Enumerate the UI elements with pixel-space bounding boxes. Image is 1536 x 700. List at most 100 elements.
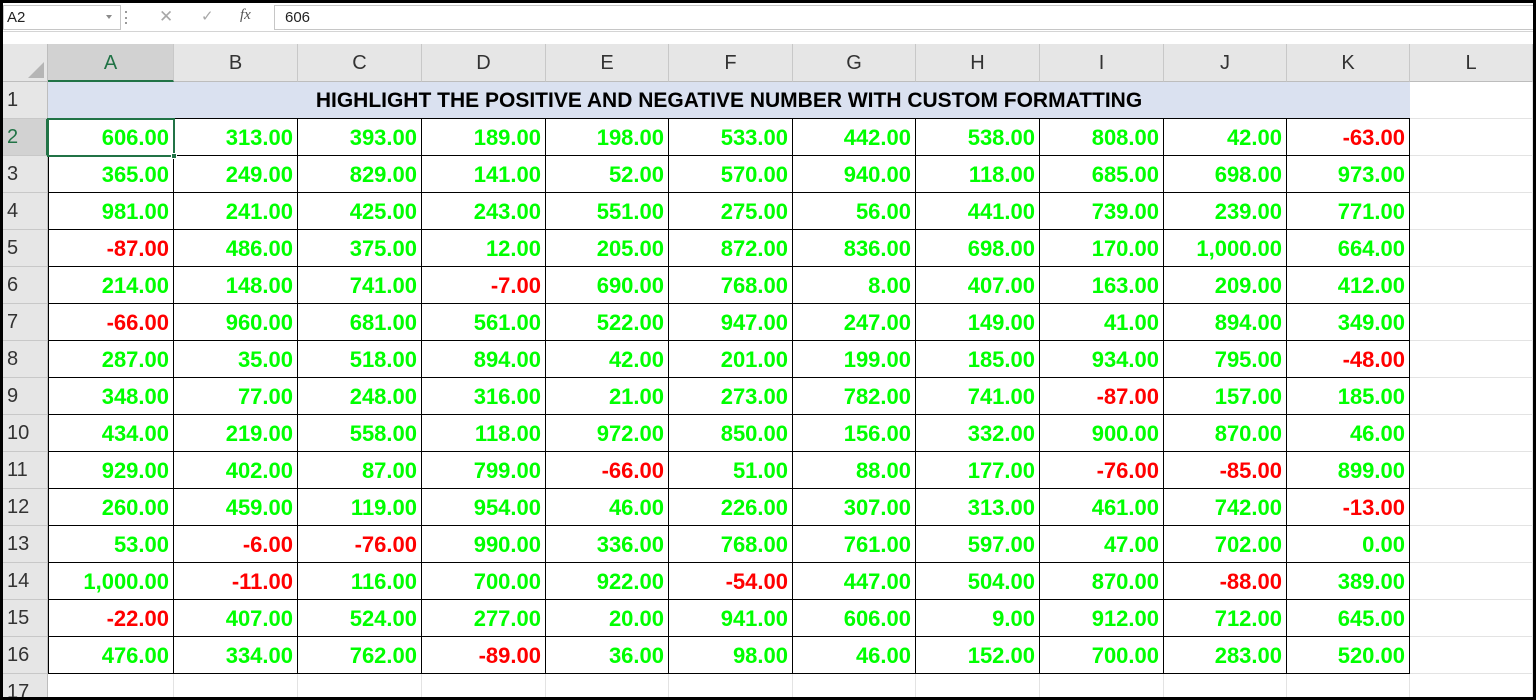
row-header-11[interactable]: 11 xyxy=(3,452,48,489)
cell-b16[interactable]: 334.00 xyxy=(174,637,298,674)
cell-a13[interactable]: 53.00 xyxy=(48,526,174,563)
cell-e4[interactable]: 551.00 xyxy=(546,193,669,230)
cell-c2[interactable]: 393.00 xyxy=(298,119,422,156)
cell-i14[interactable]: 870.00 xyxy=(1040,563,1164,600)
cell-i15[interactable]: 912.00 xyxy=(1040,600,1164,637)
cell-g14[interactable]: 447.00 xyxy=(793,563,916,600)
cell-i7[interactable]: 41.00 xyxy=(1040,304,1164,341)
empty-cell[interactable] xyxy=(1410,563,1533,600)
column-header-k[interactable]: K xyxy=(1287,44,1410,82)
row-header-8[interactable]: 8 xyxy=(3,341,48,378)
cell-c3[interactable]: 829.00 xyxy=(298,156,422,193)
cell-a6[interactable]: 214.00 xyxy=(48,267,174,304)
cell-j16[interactable]: 283.00 xyxy=(1164,637,1287,674)
cell-h7[interactable]: 149.00 xyxy=(916,304,1040,341)
cell-c6[interactable]: 741.00 xyxy=(298,267,422,304)
cell-g5[interactable]: 836.00 xyxy=(793,230,916,267)
name-box[interactable]: A2 xyxy=(3,5,121,30)
cell-d15[interactable]: 277.00 xyxy=(422,600,546,637)
cell-i12[interactable]: 461.00 xyxy=(1040,489,1164,526)
empty-cell[interactable] xyxy=(1410,415,1533,452)
empty-cell[interactable] xyxy=(1040,674,1164,697)
cell-j3[interactable]: 698.00 xyxy=(1164,156,1287,193)
cell-k10[interactable]: 46.00 xyxy=(1287,415,1410,452)
cell-j5[interactable]: 1,000.00 xyxy=(1164,230,1287,267)
row-header-5[interactable]: 5 xyxy=(3,230,48,267)
column-header-l[interactable]: L xyxy=(1410,44,1533,82)
cell-h13[interactable]: 597.00 xyxy=(916,526,1040,563)
chevron-down-icon[interactable] xyxy=(106,15,112,19)
select-all-button[interactable] xyxy=(3,44,48,82)
cell-g16[interactable]: 46.00 xyxy=(793,637,916,674)
cell-f12[interactable]: 226.00 xyxy=(669,489,793,526)
cell-j2[interactable]: 42.00 xyxy=(1164,119,1287,156)
cell-j15[interactable]: 712.00 xyxy=(1164,600,1287,637)
cell-e9[interactable]: 21.00 xyxy=(546,378,669,415)
cell-f7[interactable]: 947.00 xyxy=(669,304,793,341)
cell-e5[interactable]: 205.00 xyxy=(546,230,669,267)
cell-d9[interactable]: 316.00 xyxy=(422,378,546,415)
cell-b2[interactable]: 313.00 xyxy=(174,119,298,156)
empty-cell[interactable] xyxy=(1410,600,1533,637)
column-header-e[interactable]: E xyxy=(546,44,669,82)
cell-k7[interactable]: 349.00 xyxy=(1287,304,1410,341)
cell-a5[interactable]: -87.00 xyxy=(48,230,174,267)
cell-g4[interactable]: 56.00 xyxy=(793,193,916,230)
cell-c12[interactable]: 119.00 xyxy=(298,489,422,526)
cell-j6[interactable]: 209.00 xyxy=(1164,267,1287,304)
cell-c9[interactable]: 248.00 xyxy=(298,378,422,415)
cell-d11[interactable]: 799.00 xyxy=(422,452,546,489)
empty-cell[interactable] xyxy=(174,674,298,697)
cell-e6[interactable]: 690.00 xyxy=(546,267,669,304)
cell-a7[interactable]: -66.00 xyxy=(48,304,174,341)
cell-e7[interactable]: 522.00 xyxy=(546,304,669,341)
cell-b11[interactable]: 402.00 xyxy=(174,452,298,489)
cell-g7[interactable]: 247.00 xyxy=(793,304,916,341)
empty-cell[interactable] xyxy=(1410,637,1533,674)
cell-g15[interactable]: 606.00 xyxy=(793,600,916,637)
cell-e13[interactable]: 336.00 xyxy=(546,526,669,563)
cell-h9[interactable]: 741.00 xyxy=(916,378,1040,415)
cell-g13[interactable]: 761.00 xyxy=(793,526,916,563)
column-header-d[interactable]: D xyxy=(422,44,546,82)
cell-e10[interactable]: 972.00 xyxy=(546,415,669,452)
cell-d8[interactable]: 894.00 xyxy=(422,341,546,378)
cell-i5[interactable]: 170.00 xyxy=(1040,230,1164,267)
cell-e11[interactable]: -66.00 xyxy=(546,452,669,489)
cell-e2[interactable]: 198.00 xyxy=(546,119,669,156)
cell-h6[interactable]: 407.00 xyxy=(916,267,1040,304)
empty-cell[interactable] xyxy=(669,674,793,697)
cell-f6[interactable]: 768.00 xyxy=(669,267,793,304)
column-header-f[interactable]: F xyxy=(669,44,793,82)
empty-cell[interactable] xyxy=(1410,378,1533,415)
column-header-c[interactable]: C xyxy=(298,44,422,82)
row-header-6[interactable]: 6 xyxy=(3,267,48,304)
cell-b15[interactable]: 407.00 xyxy=(174,600,298,637)
cell-e15[interactable]: 20.00 xyxy=(546,600,669,637)
cell-c13[interactable]: -76.00 xyxy=(298,526,422,563)
cell-j13[interactable]: 702.00 xyxy=(1164,526,1287,563)
cell-c4[interactable]: 425.00 xyxy=(298,193,422,230)
cell-c5[interactable]: 375.00 xyxy=(298,230,422,267)
cell-b3[interactable]: 249.00 xyxy=(174,156,298,193)
formula-input[interactable]: 606 xyxy=(274,5,1533,30)
cell-b8[interactable]: 35.00 xyxy=(174,341,298,378)
cell-j9[interactable]: 157.00 xyxy=(1164,378,1287,415)
cell-f15[interactable]: 941.00 xyxy=(669,600,793,637)
cell-a16[interactable]: 476.00 xyxy=(48,637,174,674)
cancel-icon[interactable]: ✕ xyxy=(159,7,173,27)
cell-f10[interactable]: 850.00 xyxy=(669,415,793,452)
cell-c8[interactable]: 518.00 xyxy=(298,341,422,378)
row-header-3[interactable]: 3 xyxy=(3,156,48,193)
cell-j8[interactable]: 795.00 xyxy=(1164,341,1287,378)
cell-c16[interactable]: 762.00 xyxy=(298,637,422,674)
cell-h15[interactable]: 9.00 xyxy=(916,600,1040,637)
cell-g10[interactable]: 156.00 xyxy=(793,415,916,452)
cell-f5[interactable]: 872.00 xyxy=(669,230,793,267)
sheet-grid[interactable]: A B C D E F G H I J K L 1 2 3 4 5 6 7 8 9 10 11 12 13 14 15 16 17 HIG… xyxy=(3,44,1533,697)
cell-a8[interactable]: 287.00 xyxy=(48,341,174,378)
insert-function-icon[interactable]: fx xyxy=(240,7,251,24)
cell-a4[interactable]: 981.00 xyxy=(48,193,174,230)
cell-d14[interactable]: 700.00 xyxy=(422,563,546,600)
empty-cell[interactable] xyxy=(1410,452,1533,489)
